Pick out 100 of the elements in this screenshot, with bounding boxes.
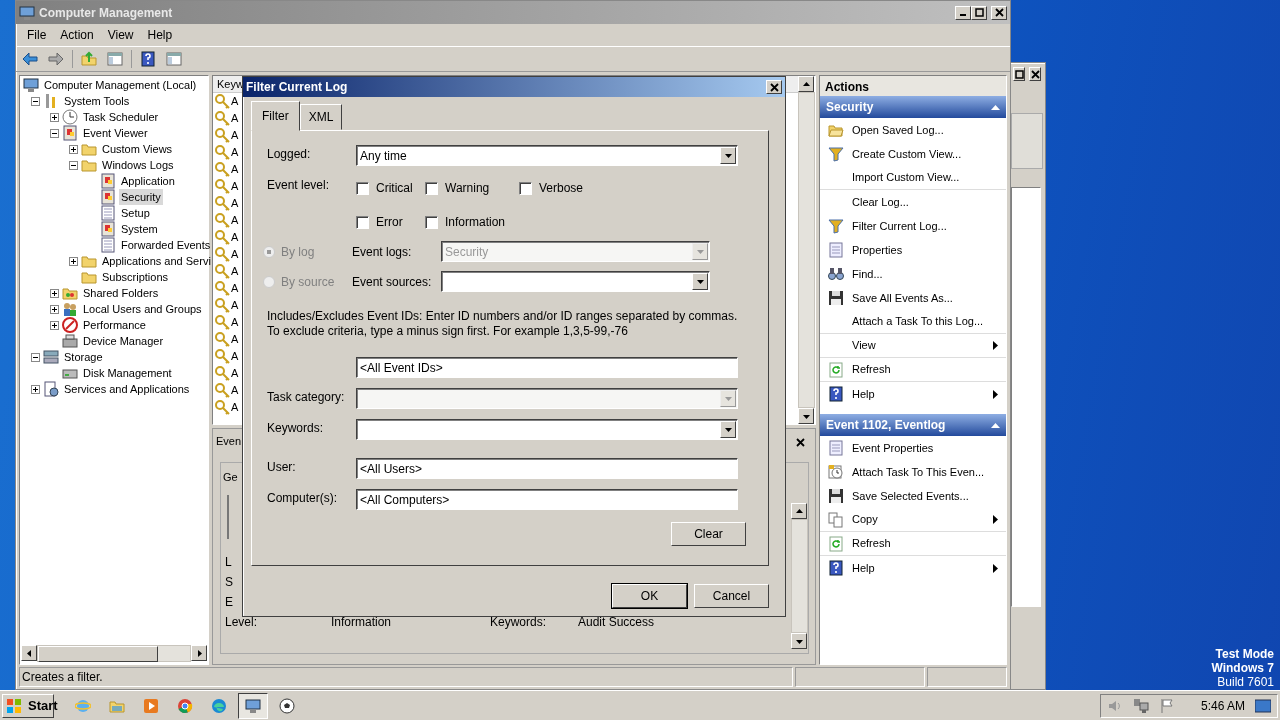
collapse-arrow-icon[interactable] bbox=[991, 102, 1000, 112]
pane-command[interactable]: View bbox=[820, 334, 1006, 358]
radio-button[interactable] bbox=[263, 275, 275, 288]
checkbox[interactable] bbox=[356, 215, 369, 229]
tree-item[interactable]: Device Manager bbox=[81, 332, 166, 350]
checkbox-label[interactable]: Warning bbox=[445, 179, 490, 197]
input-field[interactable]: <All Event IDs> bbox=[356, 357, 738, 378]
help-button[interactable] bbox=[138, 49, 158, 69]
pane-command[interactable]: Refresh bbox=[820, 532, 1006, 556]
checkbox[interactable] bbox=[425, 181, 438, 195]
tree-item[interactable]: Task Scheduler bbox=[81, 108, 161, 126]
pane-command[interactable]: Filter Current Log... bbox=[820, 214, 1006, 238]
tab[interactable]: XML bbox=[299, 104, 343, 130]
scroll-down-button[interactable] bbox=[791, 633, 807, 649]
dropdown-arrow-icon bbox=[723, 394, 733, 403]
checkbox-label[interactable]: Verbose bbox=[539, 179, 584, 197]
tree-item[interactable]: Subscriptions bbox=[100, 268, 171, 286]
tab[interactable]: Ge bbox=[223, 468, 238, 485]
scroll-up-button[interactable] bbox=[798, 76, 814, 92]
dropdown[interactable] bbox=[356, 419, 738, 440]
collapse-toggle[interactable] bbox=[69, 160, 78, 170]
dropdown[interactable] bbox=[441, 271, 710, 292]
scroll-up-button[interactable] bbox=[791, 503, 807, 519]
tree-item[interactable]: Computer Management (Local) bbox=[42, 76, 199, 94]
submenu-arrow-icon bbox=[991, 389, 1000, 399]
tab[interactable]: Filter bbox=[251, 101, 300, 131]
expand-toggle[interactable] bbox=[50, 112, 59, 122]
dialog-button[interactable]: OK bbox=[612, 584, 687, 608]
tree-item[interactable]: Services and Applications bbox=[62, 380, 192, 398]
checkbox-label[interactable]: Information bbox=[445, 213, 506, 231]
checkbox[interactable] bbox=[519, 181, 532, 195]
checkbox[interactable] bbox=[425, 215, 438, 229]
maximize-button[interactable] bbox=[1013, 67, 1025, 81]
tree-item[interactable]: Performance bbox=[81, 316, 148, 334]
tree-item[interactable]: Disk Management bbox=[81, 364, 174, 382]
collapse-toggle[interactable] bbox=[31, 96, 40, 106]
tree-item[interactable]: Application bbox=[119, 172, 177, 190]
pane-command[interactable]: Save All Events As... bbox=[820, 286, 1006, 310]
pane-command[interactable]: Open Saved Log... bbox=[820, 118, 1006, 142]
collapse-toggle[interactable] bbox=[50, 128, 59, 138]
pane-command[interactable]: Clear Log... bbox=[820, 190, 1006, 214]
tree-item[interactable]: Windows Logs bbox=[100, 156, 176, 174]
pane-command[interactable]: Attach a Task To this Log... bbox=[820, 310, 1006, 334]
checkbox-label[interactable]: Error bbox=[376, 213, 403, 231]
expand-toggle[interactable] bbox=[50, 320, 59, 330]
expand-toggle[interactable] bbox=[50, 288, 59, 298]
maximize-icon bbox=[1014, 69, 1024, 79]
expand-toggle[interactable] bbox=[69, 144, 78, 154]
pane-command[interactable]: Properties bbox=[820, 238, 1006, 262]
scroll-down-button[interactable] bbox=[798, 408, 814, 424]
expand-toggle[interactable] bbox=[69, 256, 78, 266]
dropdown[interactable]: Any time bbox=[356, 145, 738, 166]
pane-command[interactable]: Attach Task To This Even... bbox=[820, 460, 1006, 484]
pane-command[interactable]: Import Custom View... bbox=[820, 166, 1006, 190]
pane-command[interactable]: Refresh bbox=[820, 358, 1006, 382]
pane-command[interactable]: Find... bbox=[820, 262, 1006, 286]
field-label: Logged: bbox=[267, 147, 311, 161]
scroll-right-button[interactable] bbox=[191, 645, 207, 661]
pane-button[interactable] bbox=[105, 49, 125, 69]
tree-item[interactable]: Shared Folders bbox=[81, 284, 161, 302]
scroll-left-button[interactable] bbox=[21, 645, 37, 661]
pane-command[interactable]: Copy bbox=[820, 508, 1006, 532]
menu-item[interactable]: Action bbox=[53, 26, 101, 44]
dropdown-arrow-icon bbox=[723, 151, 733, 160]
tree-item[interactable]: Forwarded Events bbox=[119, 236, 213, 254]
desktop-text: Build 7601 bbox=[1217, 675, 1274, 689]
menu-item[interactable]: File bbox=[20, 26, 54, 44]
tree-item[interactable]: Applications and Servi bbox=[100, 252, 213, 270]
collapse-arrow-icon[interactable] bbox=[991, 420, 1000, 430]
checkbox-label[interactable]: Critical bbox=[376, 179, 413, 197]
menu-item[interactable]: Help bbox=[140, 26, 180, 44]
clear-button[interactable]: Clear bbox=[671, 522, 746, 546]
expand-toggle[interactable] bbox=[31, 384, 40, 394]
scrollbar-thumb[interactable] bbox=[38, 646, 158, 662]
tree-item[interactable]: Event Viewer bbox=[81, 124, 150, 142]
checkbox[interactable] bbox=[356, 181, 369, 195]
minimize-button[interactable] bbox=[955, 5, 971, 20]
expand-toggle[interactable] bbox=[50, 304, 59, 314]
tree-item[interactable]: Custom Views bbox=[100, 140, 175, 158]
tree-item[interactable]: Local Users and Groups bbox=[81, 300, 204, 318]
tree-item[interactable]: Storage bbox=[62, 348, 105, 366]
dialog-button[interactable]: Cancel bbox=[694, 584, 769, 608]
input-field[interactable]: <All Users> bbox=[356, 458, 738, 479]
collapse-toggle[interactable] bbox=[31, 352, 40, 362]
pane-command[interactable]: Save Selected Events... bbox=[820, 484, 1006, 508]
tree-item[interactable]: System bbox=[119, 220, 160, 238]
tree-item[interactable]: Setup bbox=[119, 204, 152, 222]
taskbar-button[interactable] bbox=[238, 692, 268, 719]
maximize-button[interactable] bbox=[971, 5, 987, 20]
menu-item[interactable]: View bbox=[100, 26, 141, 44]
tree-item[interactable]: Security bbox=[119, 188, 163, 206]
computer-icon bbox=[19, 4, 35, 21]
input-field[interactable]: <All Computers> bbox=[356, 489, 738, 510]
pane-command[interactable]: Create Custom View... bbox=[820, 142, 1006, 166]
pane-command[interactable]: Help bbox=[820, 556, 1006, 580]
close-icon[interactable] bbox=[796, 437, 805, 447]
pane-button[interactable] bbox=[164, 49, 184, 69]
pane-command[interactable]: Event Properties bbox=[820, 436, 1006, 460]
tree-item[interactable]: System Tools bbox=[62, 92, 132, 110]
pane-command[interactable]: Help bbox=[820, 382, 1006, 406]
